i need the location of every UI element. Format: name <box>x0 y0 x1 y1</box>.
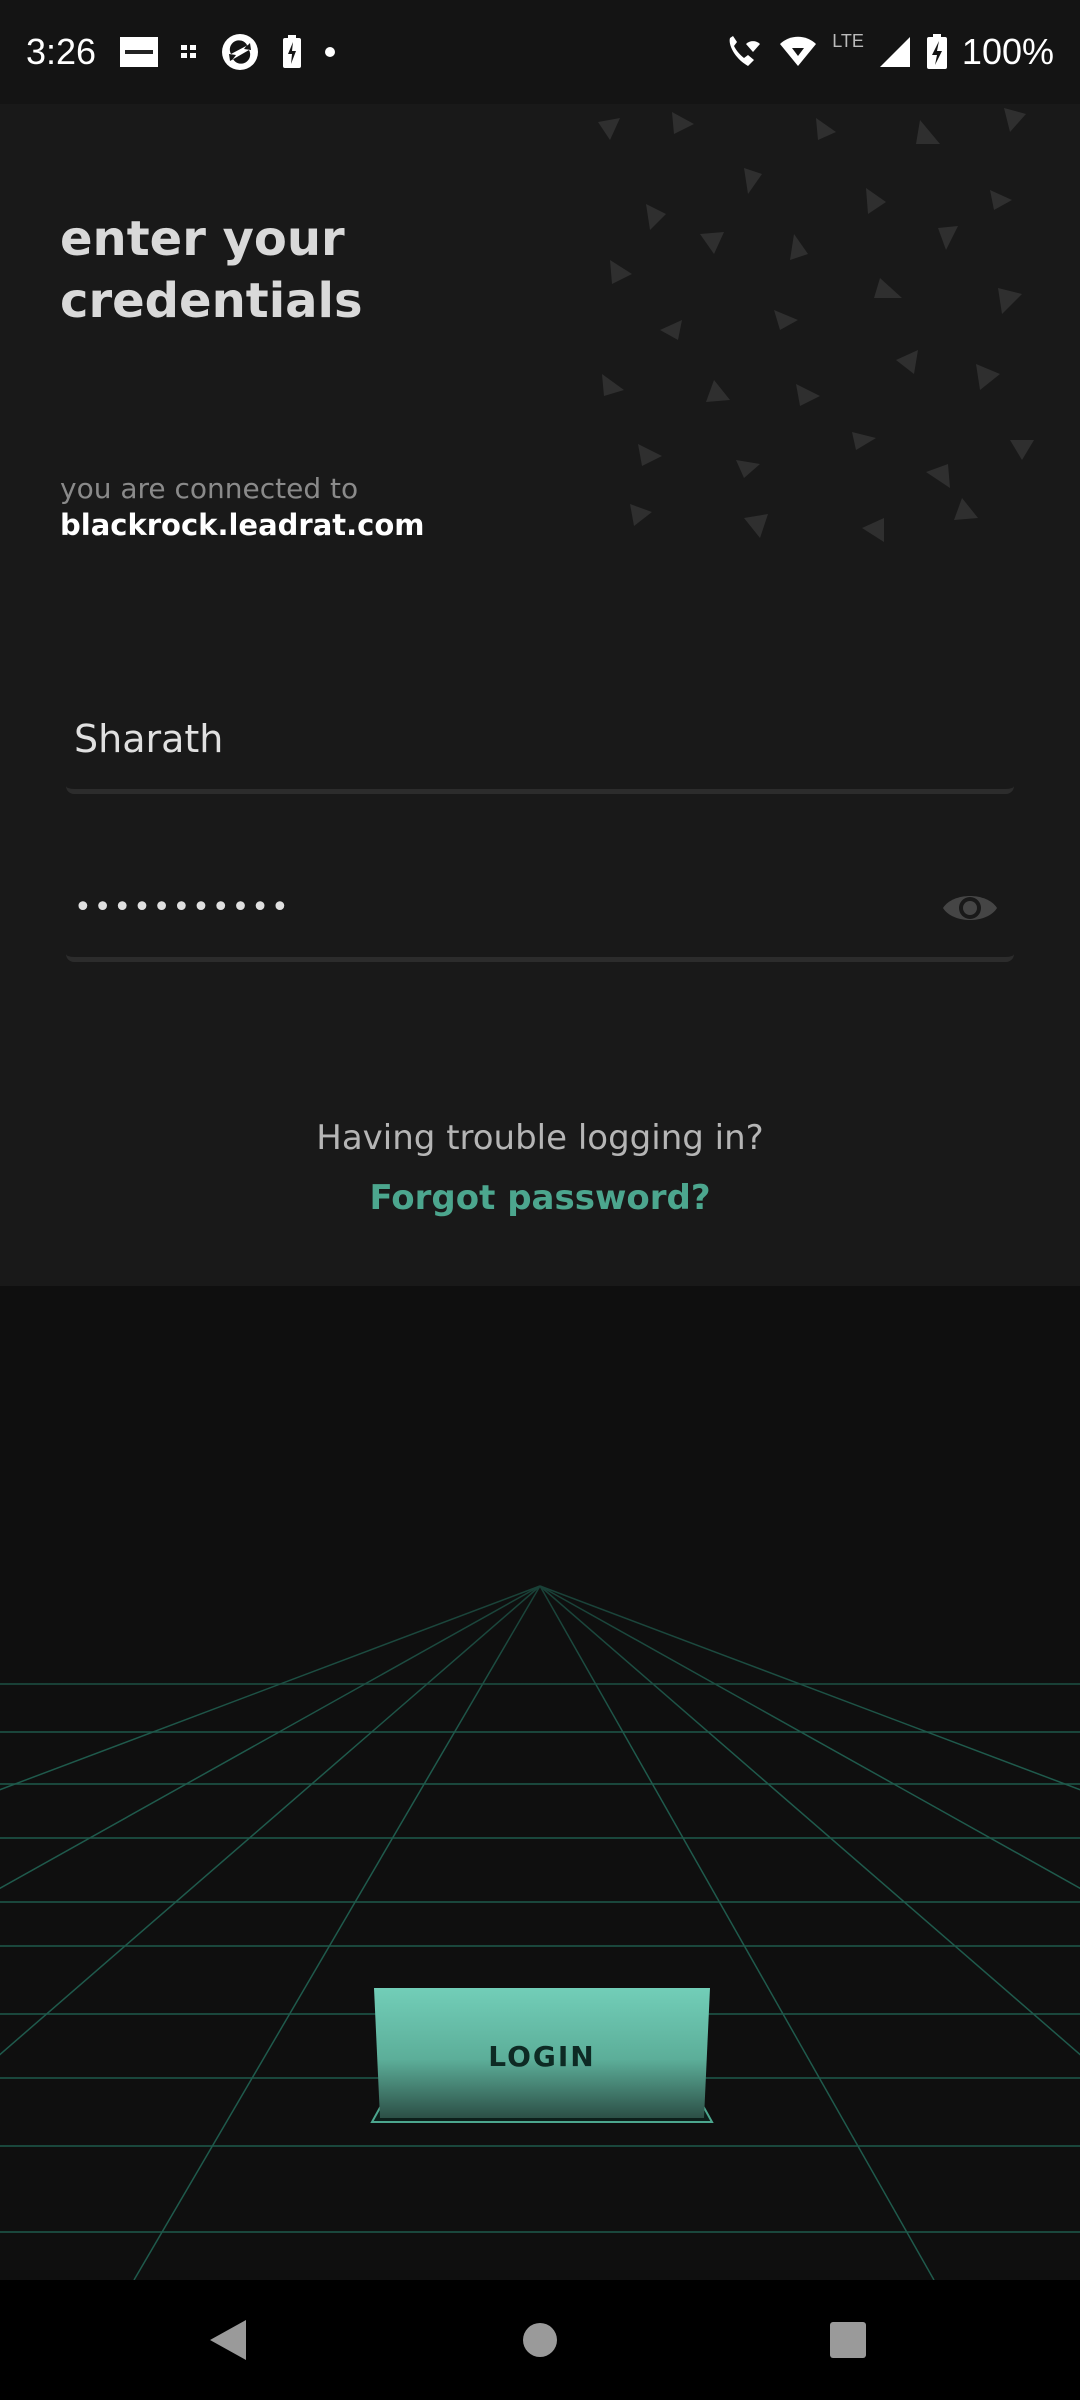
recents-button[interactable] <box>818 2310 878 2370</box>
battery-percentage: 100% <box>961 31 1054 72</box>
status-bar: 3:26 LTE 100% <box>0 0 1080 104</box>
status-left-icons <box>120 32 336 72</box>
connected-label: you are connected to <box>60 472 359 505</box>
eye-icon <box>943 896 997 920</box>
status-time: 3:26 <box>26 31 97 72</box>
status-right-icons: LTE 100% <box>724 31 1054 73</box>
zomato-app-icon <box>120 37 159 67</box>
sync-app-icon <box>222 34 259 70</box>
login-button[interactable]: LOGIN <box>368 1988 716 2124</box>
dot-icon <box>325 47 336 57</box>
forgot-password-link[interactable]: Forgot password? <box>0 1178 1080 1218</box>
battery-charging-icon <box>926 34 947 69</box>
battery-saver-icon <box>283 35 302 68</box>
wifi-calling-icon <box>729 36 761 66</box>
home-circle-icon <box>523 2323 557 2357</box>
back-button[interactable] <box>198 2310 258 2370</box>
wifi-icon <box>780 36 817 66</box>
password-field-container <box>66 862 1014 962</box>
recents-square-icon <box>830 2322 866 2358</box>
network-type: LTE <box>832 30 864 51</box>
back-triangle-icon <box>210 2320 246 2360</box>
decorative-grid-floor <box>0 1286 1080 2280</box>
credentials-section: enter your credentials you are connected… <box>0 104 1080 1286</box>
page-heading: enter your credentials <box>60 211 363 329</box>
login-button-label: LOGIN <box>488 2039 596 2073</box>
navigation-bar <box>0 2280 1080 2400</box>
login-button-container: LOGIN <box>368 1988 716 2124</box>
password-input[interactable] <box>74 872 934 942</box>
show-password-button[interactable] <box>940 886 1000 930</box>
username-input[interactable] <box>74 704 934 774</box>
connected-domain: blackrock.leadrat.com <box>60 508 425 542</box>
trouble-text: Having trouble logging in? <box>316 1118 764 1158</box>
home-button[interactable] <box>510 2310 570 2370</box>
username-field-container <box>66 694 1014 794</box>
signal-icon <box>879 37 910 67</box>
grid-notification-icon <box>181 45 197 58</box>
